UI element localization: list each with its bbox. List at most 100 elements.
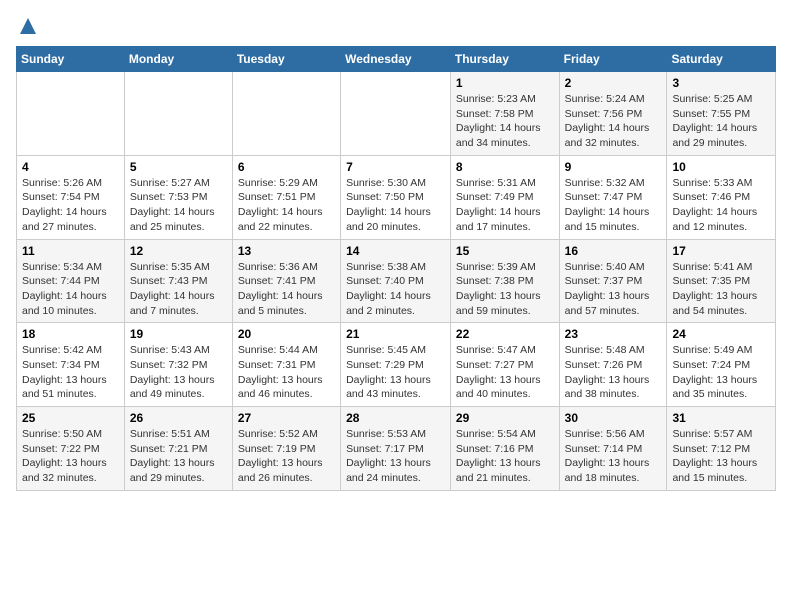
calendar-cell: 16Sunrise: 5:40 AMSunset: 7:37 PMDayligh… (559, 239, 667, 323)
calendar-cell: 8 Sunrise: 5:31 AMSunset: 7:49 PMDaylight… (450, 155, 559, 239)
day-number: 16 (565, 244, 662, 258)
calendar-cell: 7 Sunrise: 5:30 AMSunset: 7:50 PMDaylight… (341, 155, 451, 239)
day-info: Sunrise: 5:47 AMSunset: 7:27 PMDaylight:… (456, 343, 554, 402)
calendar-cell: 13 Sunrise: 5:36 AMSunset: 7:41 PMDayligh… (232, 239, 340, 323)
day-info: Sunrise: 5:23 AMSunset: 7:58 PMDaylight:… (456, 92, 554, 151)
day-number: 31 (672, 411, 770, 425)
day-number: 1 (456, 76, 554, 90)
day-info: Sunrise: 5:38 AMSunset: 7:40 PMDaylight:… (346, 260, 445, 319)
day-info: Sunrise: 5:29 AMSunset: 7:51 PMDaylight:… (238, 176, 335, 235)
day-number: 3 (672, 76, 770, 90)
day-number: 18 (22, 327, 119, 341)
calendar-cell: 9Sunrise: 5:32 AMSunset: 7:47 PMDaylight… (559, 155, 667, 239)
calendar-cell: 29 Sunrise: 5:54 AMSunset: 7:16 PMDayligh… (450, 407, 559, 491)
calendar-cell: 22Sunrise: 5:47 AMSunset: 7:27 PMDayligh… (450, 323, 559, 407)
calendar-cell: 28Sunrise: 5:53 AMSunset: 7:17 PMDayligh… (341, 407, 451, 491)
calendar-cell: 10 Sunrise: 5:33 AMSunset: 7:46 PMDayligh… (667, 155, 776, 239)
day-info: Sunrise: 5:31 AMSunset: 7:49 PMDaylight:… (456, 176, 554, 235)
day-info: Sunrise: 5:53 AMSunset: 7:17 PMDaylight:… (346, 427, 445, 486)
calendar-cell (232, 72, 340, 156)
calendar-week-4: 18 Sunrise: 5:42 AMSunset: 7:34 PMDayligh… (17, 323, 776, 407)
day-info: Sunrise: 5:50 AMSunset: 7:22 PMDaylight:… (22, 427, 119, 486)
calendar-week-1: 1 Sunrise: 5:23 AMSunset: 7:58 PMDaylight… (17, 72, 776, 156)
calendar-cell: 5 Sunrise: 5:27 AMSunset: 7:53 PMDaylight… (124, 155, 232, 239)
day-number: 11 (22, 244, 119, 258)
day-number: 5 (130, 160, 227, 174)
day-info: Sunrise: 5:57 AMSunset: 7:12 PMDaylight:… (672, 427, 770, 486)
day-info: Sunrise: 5:26 AMSunset: 7:54 PMDaylight:… (22, 176, 119, 235)
day-info: Sunrise: 5:42 AMSunset: 7:34 PMDaylight:… (22, 343, 119, 402)
day-info: Sunrise: 5:33 AMSunset: 7:46 PMDaylight:… (672, 176, 770, 235)
day-info: Sunrise: 5:52 AMSunset: 7:19 PMDaylight:… (238, 427, 335, 486)
calendar-cell: 14 Sunrise: 5:38 AMSunset: 7:40 PMDayligh… (341, 239, 451, 323)
day-number: 19 (130, 327, 227, 341)
day-number: 15 (456, 244, 554, 258)
page-header (16, 16, 776, 36)
calendar-cell: 2Sunrise: 5:24 AMSunset: 7:56 PMDaylight… (559, 72, 667, 156)
day-number: 8 (456, 160, 554, 174)
calendar-week-5: 25Sunrise: 5:50 AMSunset: 7:22 PMDayligh… (17, 407, 776, 491)
calendar-table: SundayMondayTuesdayWednesdayThursdayFrid… (16, 46, 776, 491)
day-number: 6 (238, 160, 335, 174)
calendar-cell: 17 Sunrise: 5:41 AMSunset: 7:35 PMDayligh… (667, 239, 776, 323)
day-number: 26 (130, 411, 227, 425)
day-number: 24 (672, 327, 770, 341)
day-number: 10 (672, 160, 770, 174)
header-row: SundayMondayTuesdayWednesdayThursdayFrid… (17, 47, 776, 72)
calendar-body: 1 Sunrise: 5:23 AMSunset: 7:58 PMDaylight… (17, 72, 776, 491)
calendar-cell (341, 72, 451, 156)
calendar-cell: 15 Sunrise: 5:39 AMSunset: 7:38 PMDayligh… (450, 239, 559, 323)
calendar-cell (17, 72, 125, 156)
day-number: 4 (22, 160, 119, 174)
day-info: Sunrise: 5:30 AMSunset: 7:50 PMDaylight:… (346, 176, 445, 235)
weekday-header-wednesday: Wednesday (341, 47, 451, 72)
day-info: Sunrise: 5:25 AMSunset: 7:55 PMDaylight:… (672, 92, 770, 151)
weekday-header-friday: Friday (559, 47, 667, 72)
logo-icon (18, 16, 38, 36)
day-info: Sunrise: 5:27 AMSunset: 7:53 PMDaylight:… (130, 176, 227, 235)
weekday-header-thursday: Thursday (450, 47, 559, 72)
day-info: Sunrise: 5:43 AMSunset: 7:32 PMDaylight:… (130, 343, 227, 402)
calendar-cell: 31 Sunrise: 5:57 AMSunset: 7:12 PMDayligh… (667, 407, 776, 491)
weekday-header-saturday: Saturday (667, 47, 776, 72)
logo (16, 16, 38, 36)
day-info: Sunrise: 5:32 AMSunset: 7:47 PMDaylight:… (565, 176, 662, 235)
day-number: 13 (238, 244, 335, 258)
day-number: 20 (238, 327, 335, 341)
day-info: Sunrise: 5:34 AMSunset: 7:44 PMDaylight:… (22, 260, 119, 319)
day-number: 17 (672, 244, 770, 258)
day-info: Sunrise: 5:39 AMSunset: 7:38 PMDaylight:… (456, 260, 554, 319)
day-info: Sunrise: 5:36 AMSunset: 7:41 PMDaylight:… (238, 260, 335, 319)
calendar-cell: 26 Sunrise: 5:51 AMSunset: 7:21 PMDayligh… (124, 407, 232, 491)
calendar-cell: 23 Sunrise: 5:48 AMSunset: 7:26 PMDayligh… (559, 323, 667, 407)
weekday-header-sunday: Sunday (17, 47, 125, 72)
calendar-header: SundayMondayTuesdayWednesdayThursdayFrid… (17, 47, 776, 72)
day-number: 7 (346, 160, 445, 174)
calendar-cell: 19 Sunrise: 5:43 AMSunset: 7:32 PMDayligh… (124, 323, 232, 407)
day-info: Sunrise: 5:41 AMSunset: 7:35 PMDaylight:… (672, 260, 770, 319)
day-number: 29 (456, 411, 554, 425)
day-info: Sunrise: 5:44 AMSunset: 7:31 PMDaylight:… (238, 343, 335, 402)
day-info: Sunrise: 5:24 AMSunset: 7:56 PMDaylight:… (565, 92, 662, 151)
day-number: 12 (130, 244, 227, 258)
day-number: 14 (346, 244, 445, 258)
calendar-cell: 11 Sunrise: 5:34 AMSunset: 7:44 PMDayligh… (17, 239, 125, 323)
day-info: Sunrise: 5:54 AMSunset: 7:16 PMDaylight:… (456, 427, 554, 486)
day-info: Sunrise: 5:49 AMSunset: 7:24 PMDaylight:… (672, 343, 770, 402)
day-number: 23 (565, 327, 662, 341)
calendar-cell (124, 72, 232, 156)
calendar-cell: 21 Sunrise: 5:45 AMSunset: 7:29 PMDayligh… (341, 323, 451, 407)
calendar-cell: 3 Sunrise: 5:25 AMSunset: 7:55 PMDaylight… (667, 72, 776, 156)
day-number: 27 (238, 411, 335, 425)
calendar-cell: 30Sunrise: 5:56 AMSunset: 7:14 PMDayligh… (559, 407, 667, 491)
weekday-header-tuesday: Tuesday (232, 47, 340, 72)
day-info: Sunrise: 5:48 AMSunset: 7:26 PMDaylight:… (565, 343, 662, 402)
day-number: 21 (346, 327, 445, 341)
day-info: Sunrise: 5:51 AMSunset: 7:21 PMDaylight:… (130, 427, 227, 486)
calendar-cell: 18 Sunrise: 5:42 AMSunset: 7:34 PMDayligh… (17, 323, 125, 407)
calendar-cell: 27 Sunrise: 5:52 AMSunset: 7:19 PMDayligh… (232, 407, 340, 491)
calendar-week-2: 4 Sunrise: 5:26 AMSunset: 7:54 PMDaylight… (17, 155, 776, 239)
calendar-cell: 12Sunrise: 5:35 AMSunset: 7:43 PMDayligh… (124, 239, 232, 323)
day-info: Sunrise: 5:45 AMSunset: 7:29 PMDaylight:… (346, 343, 445, 402)
day-info: Sunrise: 5:56 AMSunset: 7:14 PMDaylight:… (565, 427, 662, 486)
